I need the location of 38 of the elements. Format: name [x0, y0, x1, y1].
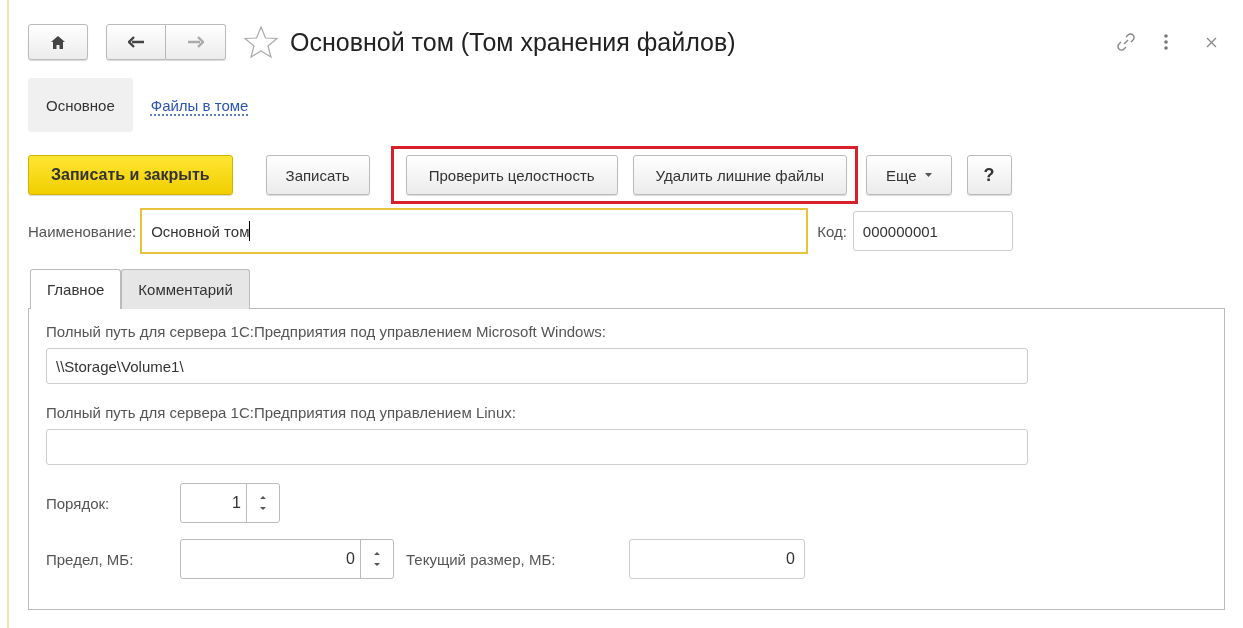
code-label: Код: — [817, 222, 847, 240]
section-tab[interactable]: Основное — [28, 78, 133, 132]
home-button[interactable] — [28, 24, 88, 60]
more-button[interactable]: Еще — [865, 155, 952, 195]
limit-spin-field[interactable]: 0 — [180, 539, 394, 579]
current-size-field[interactable]: 0 — [629, 539, 805, 579]
limit-label: Предел, МБ: — [46, 550, 135, 568]
linux-path-label: Полный путь для сервера 1С:Предприятия под управлением Linux: — [46, 404, 516, 421]
window-title: Основной том (Том хранения файлов) — [290, 27, 736, 57]
name-input-field[interactable]: Основной том — [140, 208, 809, 254]
linux-path-field[interactable] — [46, 429, 1028, 465]
spin-arrows-icon — [260, 495, 266, 511]
tab[interactable]: Комментарий — [121, 269, 250, 309]
spin-arrows-icon — [374, 551, 380, 567]
name-label: Наименование: — [28, 222, 137, 240]
order-label: Порядок: — [46, 494, 111, 512]
link-icon[interactable] — [1116, 32, 1136, 52]
section-tab[interactable]: Файлы в томе — [132, 78, 267, 132]
caret-icon — [924, 173, 932, 177]
back-button[interactable] — [106, 24, 166, 60]
name-value: Основной том — [151, 222, 250, 240]
toolbar-button[interactable]: Проверить целостность — [405, 155, 618, 195]
forward-arrow-icon — [187, 36, 204, 48]
save-close-button[interactable]: Записать и закрыть — [28, 155, 233, 195]
back-arrow-icon — [128, 36, 144, 48]
code-input-field[interactable]: 000000001 — [852, 211, 1013, 251]
current-size-label: Текущий размер, МБ: — [406, 550, 557, 568]
windows-path-field[interactable]: \\Storage\Volume1\ — [46, 348, 1028, 384]
help-button[interactable]: ? — [966, 155, 1012, 195]
order-spin-field[interactable]: 1 — [180, 483, 280, 523]
close-icon[interactable] — [1206, 36, 1217, 48]
toolbar-button[interactable]: Удалить лишние файлы — [632, 155, 847, 195]
more-icon[interactable] — [1164, 34, 1168, 50]
star-icon[interactable] — [244, 26, 278, 58]
windows-path-label: Полный путь для сервера 1С:Предприятия под управлением Microsoft Windows: — [46, 323, 606, 340]
tab[interactable]: Главное — [30, 269, 122, 309]
home-icon — [51, 35, 65, 49]
save-button[interactable]: Записать — [265, 155, 370, 195]
